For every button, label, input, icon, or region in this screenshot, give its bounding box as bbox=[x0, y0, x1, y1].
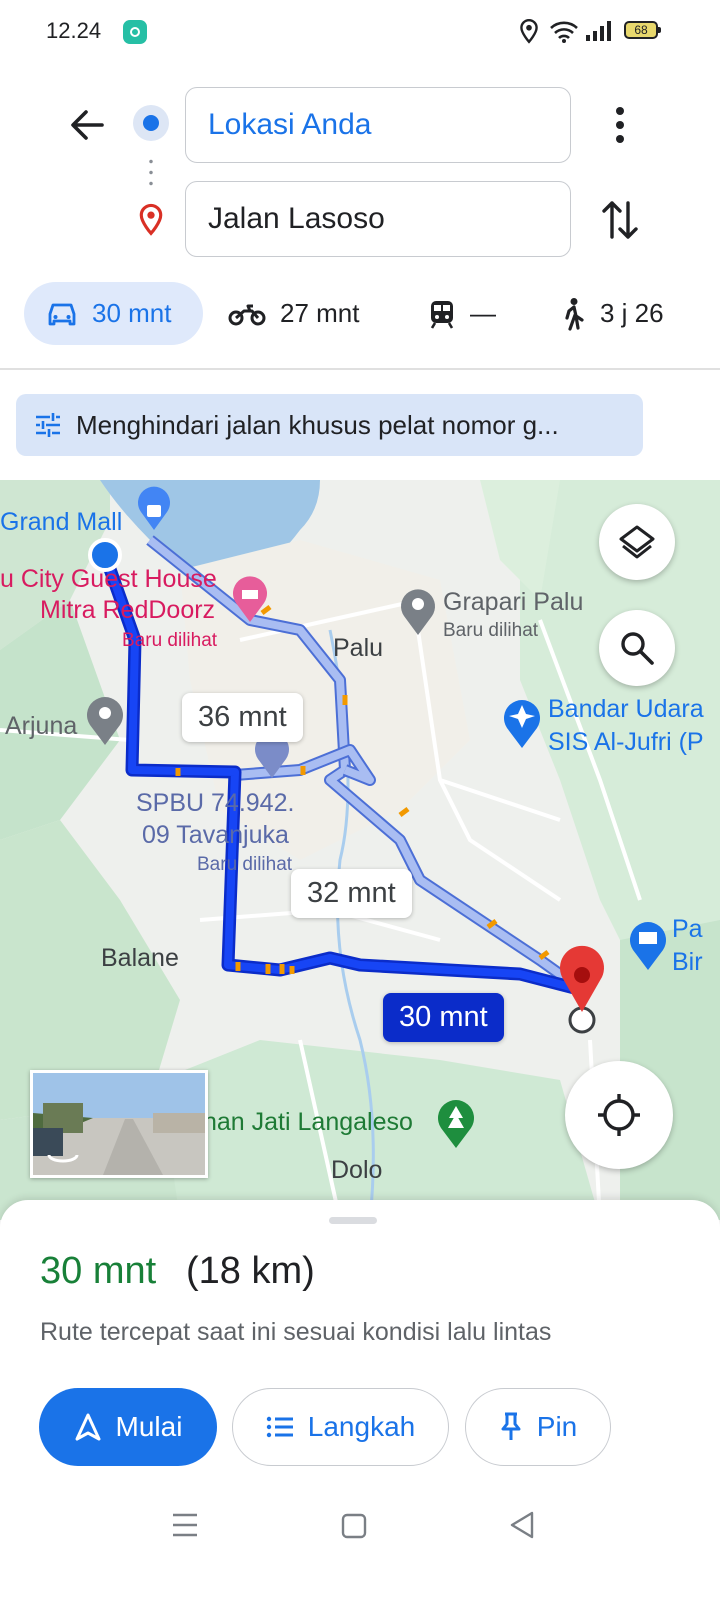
destination-pin-icon bbox=[139, 203, 163, 236]
map-label-spbu-1[interactable]: SPBU 74.942. bbox=[136, 789, 294, 818]
nav-back-icon[interactable] bbox=[508, 1510, 536, 1540]
search-icon bbox=[621, 632, 654, 665]
start-label: Mulai bbox=[115, 1411, 183, 1442]
map-label-hutan[interactable]: nan Jati Langaleso bbox=[203, 1108, 413, 1137]
map-label-balane: Balane bbox=[101, 944, 179, 972]
nav-recents-icon[interactable] bbox=[171, 1512, 199, 1538]
destination-input[interactable]: Jalan Lasoso bbox=[185, 181, 571, 257]
map-label-grand-mall[interactable]: Grand Mall bbox=[0, 508, 122, 537]
tune-icon bbox=[36, 413, 60, 437]
status-time: 12.24 bbox=[46, 18, 102, 43]
layers-icon bbox=[619, 525, 655, 559]
more-vert-icon bbox=[616, 107, 624, 143]
tab-walk-label: 3 j 26 bbox=[600, 298, 664, 328]
map-view[interactable]: Grand Mall u City Guest House Mitra RedD… bbox=[0, 480, 720, 1220]
search-button[interactable] bbox=[599, 610, 675, 686]
map-label-grapari[interactable]: Grapari Palu bbox=[443, 588, 583, 617]
map-label-airport-2[interactable]: SIS Al-Jufri (P bbox=[548, 728, 704, 757]
origin-input[interactable]: Lokasi Anda bbox=[185, 87, 571, 163]
route-connector bbox=[149, 156, 153, 190]
tab-transit-label: — bbox=[470, 298, 496, 328]
navigation-arrow-icon bbox=[75, 1413, 101, 1441]
battery-icon: 68 bbox=[624, 21, 661, 39]
route-bubble-main[interactable]: 30 mnt bbox=[383, 993, 504, 1042]
map-label-airport-1[interactable]: Bandar Udara bbox=[548, 695, 704, 724]
map-label-dolo: Dolo bbox=[331, 1156, 383, 1184]
map-label-pasar-2[interactable]: Bir bbox=[672, 948, 703, 977]
map-label-pasar-1[interactable]: Pa bbox=[672, 915, 703, 944]
nav-home-icon[interactable] bbox=[341, 1513, 367, 1539]
crosshair-icon bbox=[598, 1094, 640, 1136]
map-label-palu: Palu bbox=[333, 634, 384, 662]
pin-label: Pin bbox=[536, 1411, 578, 1442]
my-location-button[interactable] bbox=[565, 1061, 673, 1169]
route-bubble-alt-2[interactable]: 32 mnt bbox=[291, 869, 412, 918]
swap-vert-icon bbox=[602, 201, 638, 239]
walk-icon bbox=[565, 297, 584, 331]
street-view-thumbnail[interactable] bbox=[30, 1070, 208, 1178]
swap-route-button[interactable] bbox=[596, 195, 644, 245]
signal-icon bbox=[586, 21, 611, 41]
street-view-image bbox=[33, 1073, 205, 1175]
more-options-button[interactable] bbox=[600, 103, 640, 147]
location-icon bbox=[520, 18, 538, 44]
eta-duration: 30 mnt bbox=[40, 1250, 157, 1292]
steps-button[interactable]: Langkah bbox=[232, 1388, 449, 1466]
tab-walk[interactable]: 3 j 26 bbox=[560, 282, 664, 345]
tab-car-label: 30 mnt bbox=[92, 298, 172, 328]
map-label-guest-house[interactable]: u City Guest House bbox=[0, 565, 217, 594]
back-button[interactable] bbox=[62, 100, 112, 150]
origin-dot-icon bbox=[133, 105, 169, 141]
avoid-restriction-chip[interactable]: Menghindari jalan khusus pelat nomor g..… bbox=[16, 394, 643, 456]
list-icon bbox=[266, 1416, 293, 1438]
tab-transit[interactable]: — bbox=[428, 282, 496, 345]
steps-label: Langkah bbox=[307, 1411, 416, 1442]
wifi-icon bbox=[550, 21, 578, 43]
divider bbox=[0, 368, 720, 370]
tab-motorcycle[interactable]: 27 mnt bbox=[228, 282, 360, 345]
tab-car[interactable]: 30 mnt bbox=[24, 282, 203, 345]
train-icon bbox=[430, 300, 454, 329]
map-label-arjuna[interactable]: Arjuna bbox=[5, 712, 77, 741]
eta-distance: (18 km) bbox=[186, 1250, 315, 1292]
map-sublabel-guest-house: Baru dilihat bbox=[122, 630, 218, 651]
map-sublabel-spbu: Baru dilihat bbox=[197, 854, 293, 875]
map-label-reddoorz[interactable]: Mitra RedDoorz bbox=[40, 596, 215, 625]
avoid-chip-label: Menghindari jalan khusus pelat nomor g..… bbox=[76, 409, 559, 440]
motorcycle-icon bbox=[228, 304, 266, 325]
arrow-back-icon bbox=[71, 110, 104, 140]
layers-button[interactable] bbox=[599, 504, 675, 580]
map-label-spbu-2[interactable]: 09 Tavanjuka bbox=[142, 821, 289, 850]
pin-icon bbox=[501, 1412, 521, 1440]
pin-button[interactable]: Pin bbox=[465, 1388, 611, 1466]
map-sublabel-grapari: Baru dilihat bbox=[443, 620, 539, 641]
start-navigation-button[interactable]: Mulai bbox=[39, 1388, 217, 1466]
route-bubble-alt-1[interactable]: 36 mnt bbox=[182, 693, 303, 742]
tab-motorcycle-label: 27 mnt bbox=[280, 298, 360, 328]
route-description: Rute tercepat saat ini sesuai kondisi la… bbox=[40, 1318, 552, 1346]
sheet-drag-handle[interactable] bbox=[329, 1217, 377, 1224]
notification-app-icon bbox=[123, 20, 147, 44]
car-icon bbox=[48, 303, 76, 325]
